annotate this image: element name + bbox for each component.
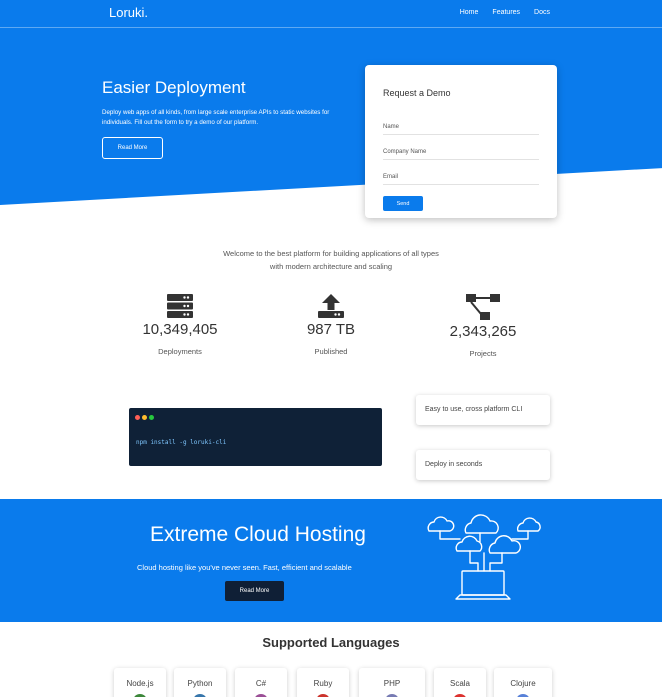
hero-description: Deploy web apps of all kinds, from large… <box>102 109 330 126</box>
logo[interactable]: Loruki. <box>109 5 148 20</box>
lang-card-scala: Scala <box>434 668 486 697</box>
terminal-maximize-dot <box>149 415 154 420</box>
stat-published: 987 TB Published <box>271 294 391 356</box>
terminal-close-dot <box>135 415 140 420</box>
lang-label: Node.js <box>126 679 154 688</box>
nav-link-features[interactable]: Features <box>492 9 520 16</box>
upload-icon <box>318 294 344 318</box>
lang-label: Scala <box>449 679 470 688</box>
lang-label: PHP <box>383 679 401 688</box>
lang-card-nodejs: Node.js <box>114 668 166 697</box>
nav-links: Home Features Docs <box>460 9 550 16</box>
hero-title: Easier Deployment <box>102 78 246 97</box>
terminal-minimize-dot <box>142 415 147 420</box>
stat-label: Published <box>314 347 348 356</box>
demo-form-card: Request a Demo Name Company Name Email S… <box>365 65 557 218</box>
nav-link-docs[interactable]: Docs <box>534 9 550 16</box>
cloud-description: Cloud hosting like you've never seen. Fa… <box>137 563 352 572</box>
cloud-title: Extreme Cloud Hosting <box>150 523 366 546</box>
nav-link-home[interactable]: Home <box>460 9 479 16</box>
stat-projects: 2,343,265 Projects <box>423 294 543 358</box>
cloud-network-illustration <box>427 514 541 600</box>
cloud-read-more-button[interactable]: Read More <box>225 581 284 601</box>
stat-label: Deployments <box>158 347 202 356</box>
company-name-field[interactable]: Company Name <box>383 146 539 160</box>
feature-card-cli: Easy to use, cross platform CLI <box>416 395 550 425</box>
stat-value: 10,349,405 <box>142 321 218 338</box>
stat-label: Projects <box>469 349 497 358</box>
stats-intro: Welcome to the best platform for buildin… <box>223 249 439 271</box>
server-icon <box>167 294 193 318</box>
demo-form-title: Request a Demo <box>383 88 451 98</box>
hero-read-more-button[interactable]: Read More <box>102 137 163 159</box>
lang-label: C# <box>255 679 267 688</box>
lang-card-csharp: C# <box>235 668 287 697</box>
feature-card-deploy: Deploy in seconds <box>416 450 550 480</box>
terminal-window: npm install -g loruki-cli <box>129 408 382 466</box>
lang-label: Ruby <box>313 679 333 688</box>
lang-card-ruby: Ruby <box>297 668 349 697</box>
cloud-section: Extreme Cloud Hosting Cloud hosting like… <box>0 499 662 622</box>
lang-card-python: Python <box>174 668 226 697</box>
lang-card-clojure: Clojure <box>494 668 552 697</box>
stat-value: 2,343,265 <box>449 323 517 340</box>
languages-title: Supported Languages <box>262 635 400 650</box>
email-field[interactable]: Email <box>383 171 539 185</box>
hero-section <box>0 0 662 205</box>
name-field[interactable]: Name <box>383 121 539 135</box>
lang-card-php: PHP <box>359 668 425 697</box>
terminal-command: npm install -g loruki-cli <box>136 439 227 446</box>
navbar: Loruki. Home Features Docs <box>0 0 662 28</box>
stat-deployments: 10,349,405 Deployments <box>120 294 240 356</box>
send-button[interactable]: Send <box>383 196 423 211</box>
project-diagram-icon <box>466 294 500 320</box>
lang-label: Clojure <box>510 679 536 688</box>
lang-label: Python <box>187 679 213 688</box>
stat-value: 987 TB <box>306 321 356 338</box>
